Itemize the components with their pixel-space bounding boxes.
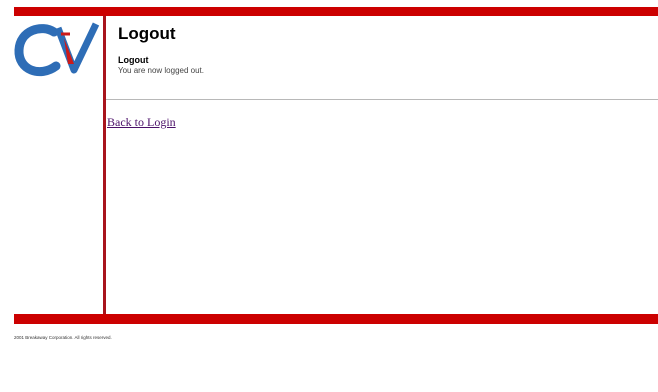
copyright-text: 2001 Breakaway Corporation. All rights r… [14, 335, 112, 340]
content-divider [106, 99, 658, 100]
page-title: Logout [118, 24, 176, 43]
logout-message-text: You are now logged out. [118, 66, 204, 75]
company-logo [14, 20, 100, 78]
top-red-bar [14, 7, 658, 16]
sidebar-divider [103, 16, 106, 314]
back-to-login-link[interactable]: Back to Login [107, 115, 176, 130]
logout-message-heading: Logout [118, 55, 149, 65]
bottom-red-bar [14, 314, 658, 324]
cv-logo-icon [14, 22, 100, 76]
